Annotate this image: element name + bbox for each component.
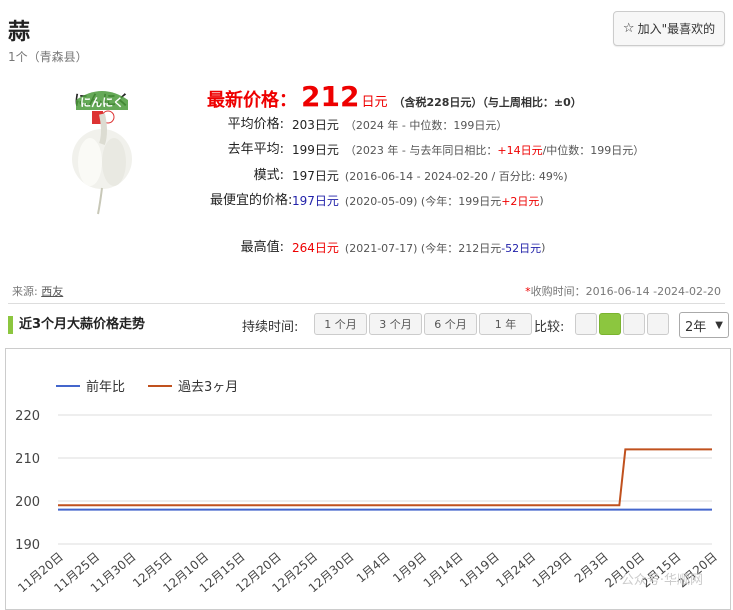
cheapest-label: 最便宜的价格: [210,192,293,208]
avg-price-note: （2024 年 - 中位数：199日元） [344,118,508,132]
highest-note-tail: ) [541,241,546,254]
divider [8,303,725,304]
duration-3m-button[interactable]: 3 个月 [369,313,422,335]
x-tick-label: 1月24日 [493,550,538,591]
garlic-image: にんにく にんにく [62,84,142,224]
y-tick-label: 200 [15,495,40,510]
last-year-note-tail: /中位数：199日元） [542,143,645,157]
highest-diff: -52日元 [501,241,542,255]
mode-value: 197日元 [292,169,339,183]
source-link[interactable]: 西友 [41,285,63,298]
duration-6m-button[interactable]: 6 个月 [424,313,477,335]
watermark: 公众号·华顺网 [620,573,703,588]
highest-label: 最高值: [240,239,284,255]
highest-value: 264日元 [292,241,339,255]
cheapest-value: 197日元 [292,194,339,208]
period-text: 收购时间：2016-06-14 -2024-02-20 [530,285,721,298]
latest-price-note: （含税228日元）（与上周相比：±0） [393,96,582,109]
x-tick-label: 1月29日 [530,550,575,591]
cheapest-diff: +2日元 [501,194,540,208]
avg-price-value: 203日元 [292,118,339,132]
compare-option-2[interactable] [599,313,621,335]
compare-buttons [575,313,669,335]
cheapest-note: (2020-05-09) (今年：199日元 [344,194,502,208]
acquisition-period: *收购时间：2016-06-14 -2024-02-20 [525,283,721,299]
add-favorite-button[interactable]: ☆ 加入"最喜欢的 [613,11,725,46]
duration-label: 持续时间: [242,320,299,335]
x-tick-label: 1月19日 [457,550,502,591]
page-title: 蒜 [8,20,31,45]
compare-label: 比较: [534,320,565,335]
cheapest-row: 最便宜的价格: 197日元 (2020-05-09) (今年：199日元 +2日… [210,192,544,209]
source-label: 来源: [12,285,38,298]
latest-price-value: 212 [301,80,360,113]
last-year-avg-value: 199日元 [292,143,339,157]
last-year-avg-note: （2023 年 - 与去年同日相比： [344,143,498,157]
avg-price-label: 平均价格: [227,116,284,132]
last-year-diff: +14日元 [497,143,543,157]
latest-price: 最新价格： 212 日元 （含税228日元）（与上周相比：±0） [207,80,582,113]
last-year-avg-label: 去年平均: [227,141,284,157]
latest-price-unit: 日元 [361,95,388,110]
year-select[interactable]: 2年 ▼ [679,312,729,338]
cheapest-note-tail: ) [539,194,544,207]
y-tick-label: 210 [15,452,40,467]
svg-text:にんにく: にんにく [80,96,124,109]
duration-1m-button[interactable]: 1 个月 [314,313,367,335]
section-title: 近3个月大蒜价格走势 [8,316,145,334]
source: 来源: 西友 [12,283,63,299]
chevron-down-icon: ▼ [715,319,723,331]
highest-note: (2021-07-17) (今年：212日元 [344,241,502,255]
x-tick-label: 1月4日 [354,550,393,586]
duration-1y-button[interactable]: 1 年 [479,313,532,335]
mode-note: (2016-06-14 - 2024-02-20 / 百分比: 49%) [344,169,568,183]
compare-option-3[interactable] [623,313,645,335]
star-icon: ☆ [622,21,635,36]
mode-row: 模式: 197日元 (2016-06-14 - 2024-02-20 / 百分比… [210,167,568,184]
compare-option-1[interactable] [575,313,597,335]
y-tick-label: 220 [15,409,40,424]
latest-price-label: 最新价格： [207,90,297,111]
highest-row: 最高值: 264日元 (2021-07-17) (今年：212日元 -52日元 … [210,239,546,256]
x-tick-label: 1月14日 [421,550,466,591]
product-subtitle: 1个（青森县） [8,50,88,64]
compare-option-4[interactable] [647,313,669,335]
legend-label: 前年比 [86,379,125,395]
avg-price-row: 平均价格: 203日元 （2024 年 - 中位数：199日元） [210,116,508,133]
mode-label: 模式: [253,167,284,183]
legend-label: 過去3ヶ月 [178,380,238,395]
y-tick-label: 190 [15,538,40,553]
duration-buttons: 1 个月 3 个月 6 个月 1 年 [314,313,532,335]
last-year-avg-row: 去年平均: 199日元 （2023 年 - 与去年同日相比： +14日元 /中位… [210,141,645,158]
add-favorite-label: 加入"最喜欢的 [637,22,716,36]
year-select-value: 2年 [685,319,707,335]
